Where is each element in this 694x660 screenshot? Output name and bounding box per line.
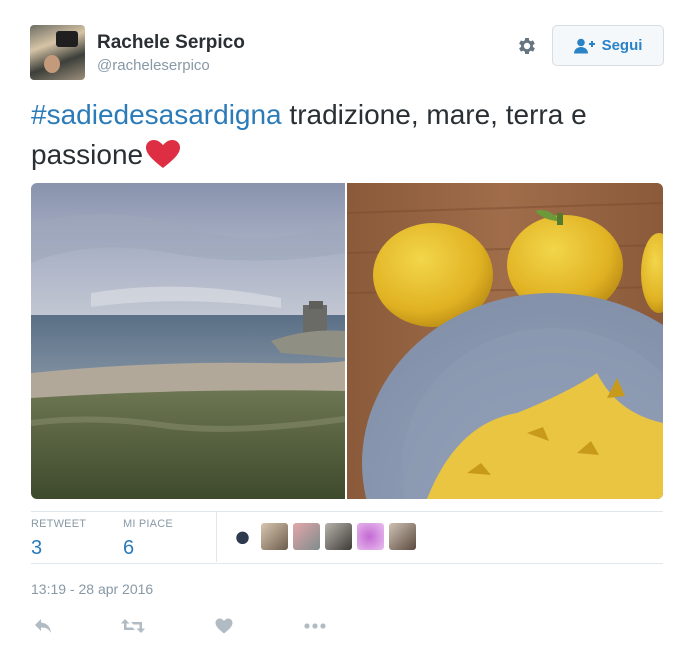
hashtag-link[interactable]: #sadiedesasardigna: [31, 99, 282, 130]
reply-icon[interactable]: [31, 614, 55, 638]
follow-button-label: Segui: [601, 37, 643, 54]
liker-avatar[interactable]: [229, 523, 256, 550]
retweet-icon[interactable]: [121, 614, 145, 638]
gear-icon[interactable]: [514, 33, 540, 59]
camera-shape: [56, 31, 78, 47]
like-label: MI PIACE: [123, 518, 173, 530]
like-stat[interactable]: MI PIACE 6: [123, 518, 173, 560]
face-shape: [44, 55, 60, 73]
liker-avatar[interactable]: [357, 523, 384, 550]
seaside-tower-photo[interactable]: [31, 183, 345, 499]
liker-avatar[interactable]: [261, 523, 288, 550]
heart-emoji: [145, 139, 181, 180]
liker-avatar[interactable]: [389, 523, 416, 550]
user-name[interactable]: Rachele Serpico: [97, 32, 245, 54]
avatar[interactable]: [30, 25, 85, 80]
stats-separator: [216, 512, 217, 562]
stats-divider-bottom: [31, 563, 663, 564]
like-count: 6: [123, 537, 135, 559]
follow-button[interactable]: Segui: [552, 25, 664, 66]
liker-avatar[interactable]: [293, 523, 320, 550]
liker-avatar[interactable]: [325, 523, 352, 550]
tweet-timestamp[interactable]: 13:19 - 28 apr 2016: [31, 581, 153, 597]
media-gallery[interactable]: [31, 183, 663, 499]
user-handle[interactable]: @racheleserpico: [97, 57, 210, 74]
tweet-text: #sadiedesasardigna tradizione, mare, ter…: [31, 95, 661, 180]
citrus-and-bowl-photo[interactable]: [347, 183, 663, 499]
like-icon[interactable]: [212, 614, 236, 638]
retweet-count: 3: [31, 537, 43, 559]
liker-avatars: [229, 523, 416, 550]
retweet-stat[interactable]: RETWEET 3: [31, 518, 86, 560]
add-user-icon: [573, 38, 595, 53]
stats-divider-top: [31, 511, 663, 512]
retweet-label: RETWEET: [31, 518, 87, 530]
tweet-card: Rachele Serpico @racheleserpico Segui #s…: [0, 0, 694, 660]
more-icon[interactable]: [303, 614, 327, 638]
